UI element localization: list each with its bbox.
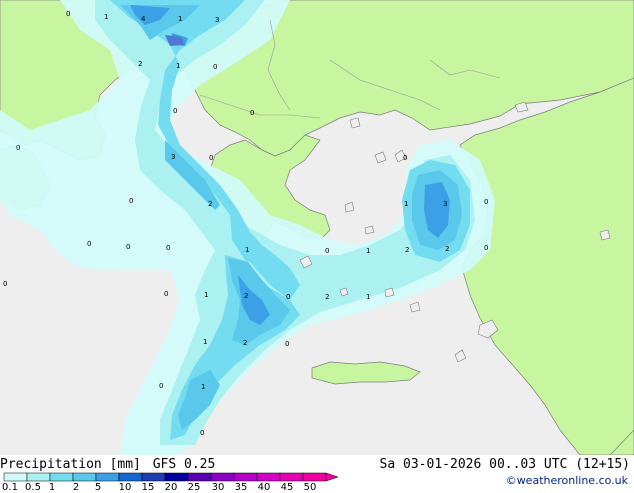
point-value: 3 — [443, 200, 447, 208]
valid-time: Sa 03-01-2026 00..03 UTC (12+15) — [379, 457, 630, 472]
point-value: 1 — [201, 383, 205, 391]
point-value: 0 — [484, 198, 488, 206]
point-value: 0 — [403, 154, 407, 162]
point-value: 0 — [250, 109, 254, 117]
model-name: GFS 0.25 — [152, 457, 216, 472]
legend-swatch — [187, 472, 212, 482]
legend-ticks: 0.1 0.5 1 2 5 10 15 20 25 30 35 40 45 50 — [0, 482, 340, 493]
legend-tick: 45 — [280, 482, 294, 493]
point-value: 0 — [66, 10, 70, 18]
point-value: 0 — [159, 382, 163, 390]
legend-swatch — [233, 472, 258, 482]
legend-swatch — [279, 472, 304, 482]
legend-tick: 1 — [48, 482, 56, 493]
point-value: 2 — [208, 200, 212, 208]
precipitation-map: 0 1 4 1 3 2 1 0 0 0 0 3 0 0 2 0 0 0 0 1 … — [0, 0, 634, 455]
legend-swatch — [72, 472, 97, 482]
point-value: 2 — [405, 246, 409, 254]
point-value: 0 — [286, 293, 290, 301]
legend-tick: 0.1 — [2, 482, 18, 493]
legend-swatch — [164, 472, 189, 482]
point-value: 1 — [203, 338, 207, 346]
point-value: 2 — [138, 60, 142, 68]
point-value: 0 — [213, 63, 217, 71]
legend-swatch — [118, 472, 143, 482]
point-value: 2 — [445, 245, 449, 253]
legend-swatch — [95, 472, 120, 482]
point-value: 0 — [129, 197, 133, 205]
point-value: 2 — [243, 339, 247, 347]
point-value: 1 — [366, 247, 370, 255]
legend-swatch — [210, 472, 235, 482]
legend-swatch — [49, 472, 74, 482]
legend-swatch — [256, 472, 281, 482]
point-value: 2 — [325, 293, 329, 301]
legend-tick: 10 — [118, 482, 132, 493]
credit-link[interactable]: ©weatheronline.co.uk — [506, 474, 628, 487]
point-value: 3 — [171, 153, 175, 161]
point-value: 0 — [87, 240, 91, 248]
point-value: 4 — [141, 15, 146, 23]
legend-tick: 40 — [257, 482, 271, 493]
point-value: 1 — [404, 200, 408, 208]
legend-tick: 30 — [211, 482, 225, 493]
point-value: 0 — [325, 247, 329, 255]
map-title: Precipitation [mm] GFS 0.25 — [0, 457, 215, 472]
point-value: 1 — [178, 15, 182, 23]
point-value: 0 — [285, 340, 289, 348]
legend-tick: 2 — [72, 482, 80, 493]
legend-swatch — [302, 472, 327, 482]
point-value: 0 — [3, 280, 7, 288]
legend-swatch — [3, 472, 28, 482]
legend-tick: 0.5 — [25, 482, 41, 493]
legend-swatch — [141, 472, 166, 482]
point-value: 1 — [245, 246, 249, 254]
map-title-label: Precipitation [mm] — [0, 457, 141, 472]
legend-swatch — [26, 472, 51, 482]
point-value: 1 — [176, 62, 180, 70]
legend-tick: 15 — [141, 482, 155, 493]
legend-tick: 35 — [234, 482, 248, 493]
legend-arrow — [325, 472, 339, 482]
point-value: 0 — [126, 243, 130, 251]
legend-tick: 50 — [303, 482, 317, 493]
point-value: 1 — [204, 291, 208, 299]
point-value: 0 — [164, 290, 168, 298]
point-value: 2 — [244, 292, 248, 300]
point-value: 0 — [200, 429, 204, 437]
point-value: 0 — [16, 144, 20, 152]
point-value: 3 — [215, 16, 219, 24]
legend-tick: 25 — [187, 482, 201, 493]
point-value: 0 — [484, 244, 488, 252]
point-value: 1 — [104, 13, 108, 21]
point-value: 0 — [173, 107, 177, 115]
legend-tick: 20 — [164, 482, 178, 493]
point-value: 0 — [166, 244, 170, 252]
point-value: 1 — [366, 293, 370, 301]
point-value: 0 — [209, 154, 213, 162]
legend-tick: 5 — [94, 482, 102, 493]
